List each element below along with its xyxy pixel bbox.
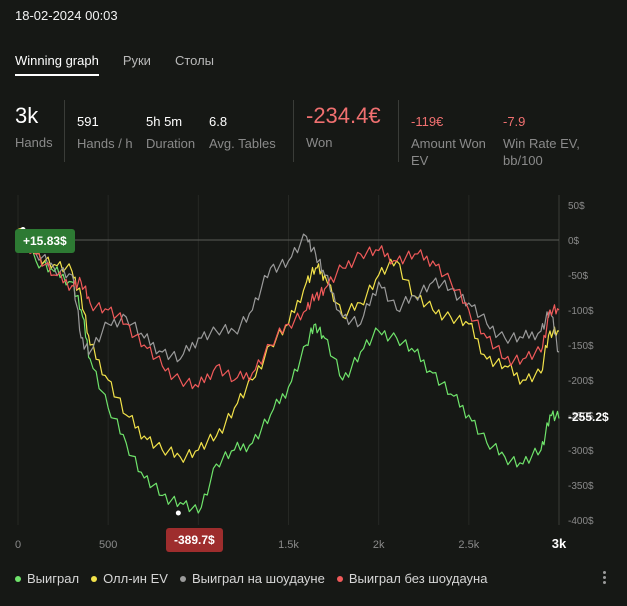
more-options-icon[interactable]	[598, 569, 610, 585]
y-tick-label: -400$	[568, 516, 594, 527]
stat-duration: 5h 5m Duration	[146, 100, 195, 152]
min-value-badge: -389.7$	[166, 528, 223, 552]
stat-avg-tables: 6.8 Avg. Tables	[209, 100, 276, 152]
stat-hands-value: 3k	[15, 103, 39, 128]
winning-graph-chart[interactable]: 05001k1.5k2k2.5k3k50$0$-50$-100$-150$-20…	[0, 185, 627, 555]
legend-item-all-in-ev[interactable]: Олл-ин EV	[91, 571, 168, 586]
stat-duration-value: 5h 5m	[146, 114, 183, 129]
x-tick-label: 0	[15, 539, 21, 551]
stat-hands-label: Hands	[15, 135, 53, 150]
stats-divider	[64, 100, 65, 162]
stat-avg-tables-label: Avg. Tables	[209, 136, 276, 151]
stat-win-rate-ev-label: Win Rate EV, bb/100	[503, 136, 580, 168]
stat-win-rate-ev: -7.9 Win Rate EV, bb/100	[503, 100, 593, 169]
x-tick-label: 3k	[552, 536, 567, 551]
tab-bar: Winning graph Руки Столы	[15, 53, 214, 76]
legend-label: Выиграл без шоудауна	[348, 571, 488, 586]
x-tick-label: 1.5k	[278, 539, 299, 551]
y-tick-label: -100$	[568, 306, 594, 317]
legend-dot-icon	[336, 575, 343, 582]
tab-tables[interactable]: Столы	[175, 53, 214, 76]
stat-hands-per-hour-value: 591	[77, 114, 99, 129]
stats-divider	[293, 100, 294, 162]
stat-won: -234.4€ Won	[306, 100, 381, 151]
x-tick-label: 2.5k	[458, 539, 479, 551]
legend-dot-icon	[15, 575, 21, 582]
tab-winning-graph[interactable]: Winning graph	[15, 53, 99, 76]
legend-label: Выиграл	[27, 571, 80, 586]
stat-won-label: Won	[306, 135, 333, 150]
legend-label: Выиграл на шоудауне	[191, 571, 325, 586]
stat-amount-won-ev-label: Amount Won EV	[411, 136, 486, 168]
tab-hands[interactable]: Руки	[123, 53, 151, 76]
last-value-label: -255.2$	[568, 410, 609, 424]
legend-dot-icon	[91, 575, 98, 582]
stat-amount-won-ev: -119€ Amount Won EV	[411, 100, 493, 169]
stat-hands-per-hour: 591 Hands / h	[77, 100, 133, 152]
min-point-marker	[175, 510, 181, 516]
legend-item-showdown[interactable]: Выиграл на шоудауне	[179, 571, 325, 586]
winning-graph-svg[interactable]: 05001k1.5k2k2.5k3k50$0$-50$-100$-150$-20…	[0, 185, 627, 555]
stat-avg-tables-value: 6.8	[209, 114, 228, 129]
session-datetime: 18-02-2024 00:03	[15, 8, 118, 23]
y-tick-label: 50$	[568, 201, 585, 212]
stats-panel: 3k Hands 591 Hands / h 5h 5m Duration 6.…	[0, 100, 627, 170]
stat-amount-won-ev-value: -119€	[411, 114, 444, 129]
stat-duration-label: Duration	[146, 136, 196, 151]
stat-hands-per-hour-label: Hands / h	[77, 136, 133, 151]
y-tick-label: -350$	[568, 481, 594, 492]
y-tick-label: -300$	[568, 446, 594, 457]
stat-win-rate-ev-value: -7.9	[503, 114, 526, 129]
max-value-badge: +15.83$	[15, 229, 75, 253]
x-tick-label: 2k	[373, 539, 385, 551]
chart-legend: Выиграл Олл-ин EV Выиграл на шоудауне Вы…	[15, 571, 487, 586]
y-tick-label: -50$	[568, 271, 588, 282]
stats-divider	[398, 100, 399, 162]
y-tick-label: 0$	[568, 236, 580, 247]
legend-item-non-showdown[interactable]: Выиграл без шоудауна	[336, 571, 488, 586]
y-tick-label: -200$	[568, 376, 594, 387]
legend-dot-icon	[179, 575, 186, 582]
x-tick-label: 500	[99, 539, 117, 551]
stat-hands: 3k Hands	[15, 100, 53, 151]
legend-label: Олл-ин EV	[103, 571, 168, 586]
legend-item-won[interactable]: Выиграл	[15, 571, 79, 586]
y-tick-label: -150$	[568, 341, 594, 352]
stat-won-value: -234.4€	[306, 103, 381, 128]
